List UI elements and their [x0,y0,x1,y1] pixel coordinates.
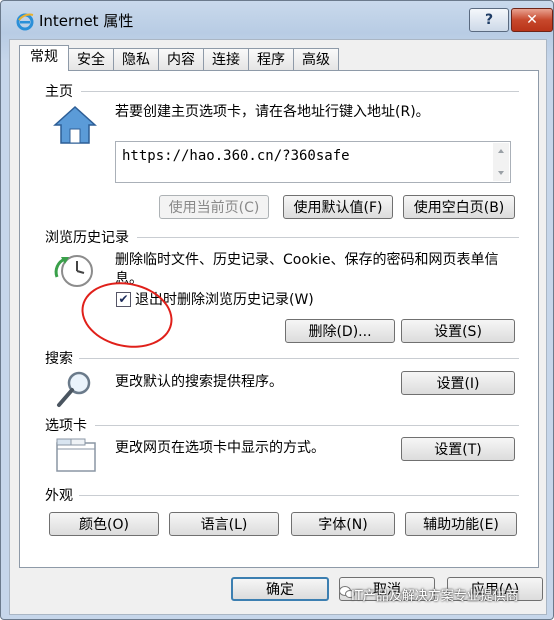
delete-history-button[interactable]: 删除(D)... [285,319,395,343]
internet-options-window: Internet 属性 ? ✕ 常规 安全 隐私 内容 连接 程序 高级 主页 … [0,0,554,620]
scroll-arrows-icon [498,149,504,175]
appearance-title: 外观 [45,488,73,504]
help-label: ? [484,12,494,28]
search-title: 搜索 [45,351,73,367]
watermark-text: IT产品及解决方案专业提供商 [351,589,519,604]
tab-content[interactable]: 内容 [158,48,204,71]
homepage-desc: 若要创建主页选项卡，请在各地址行键入地址(R)。 [115,104,430,120]
homepage-title: 主页 [45,84,73,100]
window-title: Internet 属性 [39,12,134,30]
title-bar[interactable]: Internet 属性 ? ✕ [1,1,553,39]
history-separator [137,237,519,238]
tab-connections[interactable]: 连接 [203,48,249,71]
tabs-section-separator [95,425,519,426]
ie-logo-icon [16,13,34,31]
languages-button[interactable]: 语言(L) [169,512,279,536]
tab-strip: 常规 安全 隐私 内容 连接 程序 高级 [19,45,339,71]
tabs-section-desc: 更改网页在选项卡中显示的方式。 [115,440,325,456]
search-settings-button[interactable]: 设置(I) [401,371,515,395]
ok-button[interactable]: 确定 [231,577,329,601]
tab-programs[interactable]: 程序 [248,48,294,71]
home-icon [53,105,97,144]
magnifier-icon [57,371,91,407]
tabs-settings-button[interactable]: 设置(T) [401,437,515,461]
search-separator [79,358,519,359]
help-button[interactable]: ? [469,8,509,32]
history-desc: 删除临时文件、历史记录、Cookie、保存的密码和网页表单信息。 [115,252,499,287]
homepage-url-value: https://hao.360.cn/?360safe [122,148,350,164]
use-default-button[interactable]: 使用默认值(F) [283,195,393,219]
homepage-url-field[interactable]: https://hao.360.cn/?360safe [115,141,511,183]
url-scrollbar[interactable] [493,143,509,181]
homepage-separator [81,91,519,92]
tabs-section-title: 选项卡 [45,418,87,434]
tabbed-window-icon [56,438,96,472]
use-current-button[interactable]: 使用当前页(C) [159,195,269,219]
tab-security[interactable]: 安全 [68,48,114,71]
history-clock-icon [54,255,93,287]
tab-general[interactable]: 常规 [19,45,69,71]
search-desc: 更改默认的搜索提供程序。 [115,374,283,390]
appearance-separator [79,495,519,496]
tab-privacy[interactable]: 隐私 [113,48,159,71]
history-settings-button[interactable]: 设置(S) [401,319,515,343]
close-icon: ✕ [526,12,538,28]
tab-advanced[interactable]: 高级 [293,48,339,71]
colors-button[interactable]: 颜色(O) [49,512,159,536]
close-button[interactable]: ✕ [511,8,553,32]
fonts-button[interactable]: 字体(N) [291,512,395,536]
history-title: 浏览历史记录 [45,230,129,246]
accessibility-button[interactable]: 辅助功能(E) [405,512,517,536]
use-blank-button[interactable]: 使用空白页(B) [403,195,515,219]
